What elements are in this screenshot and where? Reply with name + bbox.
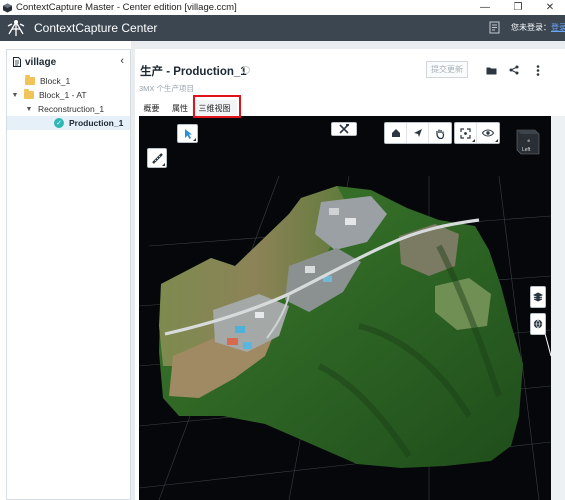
camera-navigation-group bbox=[384, 122, 452, 144]
layers-button[interactable] bbox=[530, 286, 546, 308]
globe-button[interactable] bbox=[530, 313, 546, 335]
document-icon[interactable] bbox=[489, 21, 501, 34]
window-titlebar: ContextCapture Master - Center edition [… bbox=[0, 0, 565, 15]
cursor-icon bbox=[184, 128, 192, 139]
login-status: 您未登录：登录 bbox=[511, 22, 565, 33]
globe-icon bbox=[533, 319, 543, 329]
tab-highlight-box bbox=[193, 95, 241, 118]
tree-item-label: Production_1 bbox=[69, 118, 124, 128]
tree-item-label: Reconstruction_1 bbox=[38, 104, 105, 114]
pan-hand-icon[interactable] bbox=[429, 123, 451, 143]
tree-item-label: Block_1 - AT bbox=[39, 90, 87, 100]
main-top-strip bbox=[135, 41, 565, 49]
page-subtitle: 3MX 个生产项目 bbox=[139, 84, 195, 93]
home-view-icon[interactable] bbox=[385, 123, 407, 143]
fly-mode-icon[interactable] bbox=[407, 123, 429, 143]
project-tree-panel: village ‹ Block_1 ▼ Block_1 - AT ▼ Recon… bbox=[6, 49, 131, 500]
login-link[interactable]: 登录 bbox=[551, 23, 565, 32]
tree-item-label: Block_1 bbox=[40, 76, 71, 86]
open-folder-icon[interactable] bbox=[484, 63, 498, 77]
maximize-button[interactable]: ❐ bbox=[503, 0, 533, 15]
fit-view-icon[interactable] bbox=[455, 123, 477, 143]
tree-item-production[interactable]: ✓ Production_1 bbox=[7, 116, 130, 130]
tree-item-block1[interactable]: Block_1 bbox=[7, 74, 130, 88]
tools-icon bbox=[338, 124, 349, 134]
tree-item-reconstruction[interactable]: ▼ Reconstruction_1 bbox=[7, 102, 130, 116]
login-text: 您未登录： bbox=[511, 23, 551, 32]
page-title: 生产 - Production_1 bbox=[140, 66, 247, 78]
info-icon[interactable] bbox=[242, 66, 250, 74]
3d-viewport[interactable]: ⊕ Left bbox=[139, 116, 551, 500]
chevron-down-icon[interactable]: ▼ bbox=[24, 106, 34, 113]
project-header[interactable]: village ‹ bbox=[7, 50, 130, 74]
svg-text:⊕: ⊕ bbox=[527, 138, 530, 143]
tab-properties[interactable]: 属性 bbox=[168, 100, 192, 116]
folder-icon bbox=[25, 75, 35, 85]
cube-face-label: Left bbox=[522, 147, 531, 153]
submit-update-button[interactable]: 提交更新 bbox=[426, 61, 468, 78]
select-tool-button[interactable] bbox=[177, 124, 198, 143]
minimize-button[interactable]: — bbox=[470, 0, 500, 15]
chevron-down-icon[interactable]: ▼ bbox=[10, 92, 20, 99]
layers-icon bbox=[533, 292, 543, 302]
close-button[interactable]: ✕ bbox=[535, 0, 565, 15]
project-file-icon bbox=[13, 57, 21, 67]
right-edge-strip bbox=[551, 116, 565, 500]
tree-item-block1-at[interactable]: ▼ Block_1 - AT bbox=[7, 88, 130, 102]
more-options-icon[interactable] bbox=[531, 63, 545, 77]
project-name: village bbox=[25, 56, 57, 68]
collapse-panel-button[interactable]: ‹ bbox=[120, 55, 124, 67]
view-options-group bbox=[454, 122, 500, 144]
app-header: ContextCapture Center 您未登录：登录 bbox=[0, 15, 565, 41]
3d-scene bbox=[139, 175, 551, 500]
tab-overview[interactable]: 概要 bbox=[135, 100, 168, 116]
app-cube-icon bbox=[3, 3, 12, 12]
check-circle-icon: ✓ bbox=[54, 118, 64, 128]
window-title: ContextCapture Master - Center edition [… bbox=[16, 2, 237, 13]
ruler-icon bbox=[151, 152, 163, 164]
app-name: ContextCapture Center bbox=[34, 21, 158, 35]
measure-tool-button[interactable] bbox=[147, 148, 167, 168]
contextcapture-logo-icon bbox=[7, 19, 25, 36]
share-icon[interactable] bbox=[507, 63, 521, 77]
tools-button[interactable] bbox=[331, 122, 357, 136]
visibility-eye-icon[interactable] bbox=[477, 123, 499, 143]
folder-icon bbox=[24, 89, 34, 99]
